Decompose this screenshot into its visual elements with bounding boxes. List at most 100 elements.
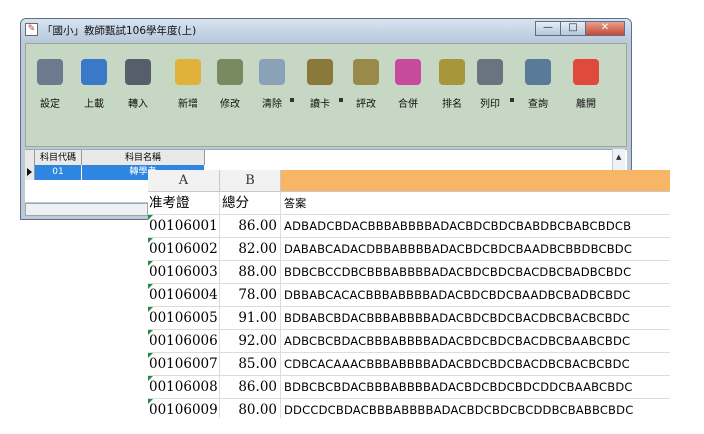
query-button[interactable]: 查詢 — [520, 52, 556, 136]
grading-icon — [353, 59, 379, 85]
column-header-b[interactable]: B — [220, 170, 281, 192]
exam-id-cell[interactable]: 00106001 — [148, 215, 220, 238]
printer-icon — [477, 59, 503, 85]
column-header-c[interactable] — [281, 170, 670, 192]
table-row: 00106008 86.00 BDBCBCBDACBBBABBBBADACBDC… — [148, 376, 670, 399]
header-cell-answers[interactable]: 答案 — [281, 192, 670, 215]
exam-id-value: 00106007 — [149, 356, 218, 372]
print-dropdown-caret[interactable] — [510, 98, 514, 102]
row-indicator-header — [25, 150, 35, 166]
exam-id-cell[interactable]: 00106003 — [148, 261, 220, 284]
exam-id-cell[interactable]: 00106002 — [148, 238, 220, 261]
merge-icon — [395, 59, 421, 85]
current-row-indicator — [25, 165, 35, 180]
total-score-cell[interactable]: 92.00 — [220, 330, 281, 353]
maximize-button[interactable]: □ — [560, 21, 586, 36]
table-row: 00106007 85.00 CDBCACAAACBBBABBBBADACBDC… — [148, 353, 670, 376]
table-row: 00106009 80.00 DDCCDCBDACBBBABBBBADACBDC… — [148, 399, 670, 418]
table-row: 00106002 82.00 DABABCADACDBBABBBBADACBDC… — [148, 238, 670, 261]
title-bar[interactable]: ✎ 「國小」教師甄試106學年度(上) — □ ✕ — [21, 19, 631, 41]
add-button[interactable]: 新增 — [170, 52, 206, 136]
merge-button[interactable]: 合併 — [390, 52, 426, 136]
edit-label: 修改 — [220, 99, 240, 110]
number-as-text-marker — [148, 307, 153, 312]
answers-cell[interactable]: ADBADCBDACBBBABBBBADACBDCBDCBABDBCBABCBD… — [281, 215, 670, 238]
grade-button[interactable]: 評改 — [348, 52, 384, 136]
total-score-cell[interactable]: 86.00 — [220, 376, 281, 399]
calculator-icon — [37, 59, 63, 85]
number-as-text-marker — [148, 330, 153, 335]
header-cell-exam-id[interactable]: 准考證 — [148, 192, 220, 215]
app-icon: ✎ — [25, 23, 38, 36]
sheet-header-row: 准考證 總分 答案 — [148, 192, 670, 215]
upload-label: 上載 — [84, 99, 104, 110]
clear-button[interactable]: 清除 — [254, 52, 290, 136]
number-as-text-marker — [148, 376, 153, 381]
total-score-cell[interactable]: 85.00 — [220, 353, 281, 376]
column-header-a[interactable]: A — [148, 170, 220, 192]
answers-cell[interactable]: DBBABCACACBBBABBBBADACBDCBDCBAADBCBADBCB… — [281, 284, 670, 307]
column-header-subject-name[interactable]: 科目名稱 — [82, 150, 205, 166]
exam-id-value: 00106001 — [149, 218, 218, 234]
exit-button[interactable]: 離開 — [568, 52, 604, 136]
total-score-cell[interactable]: 86.00 — [220, 215, 281, 238]
close-button[interactable]: ✕ — [585, 21, 625, 36]
exam-id-cell[interactable]: 00106008 — [148, 376, 220, 399]
answers-cell[interactable]: DDCCDCBDACBBBABBBBADACBDCBDCBCDDBCBABBCB… — [281, 399, 670, 418]
read-card-button[interactable]: 讀卡 — [302, 52, 338, 136]
total-score-cell[interactable]: 82.00 — [220, 238, 281, 261]
rank-label: 排名 — [442, 99, 462, 110]
total-score-cell[interactable]: 88.00 — [220, 261, 281, 284]
toolbar: 設定 上載 轉入 新增 修改 清除 讀卡 評改 合併 排名 列印 查詢 離開 — [25, 43, 627, 147]
number-as-text-marker — [148, 238, 153, 243]
exam-id-cell[interactable]: 00106005 — [148, 307, 220, 330]
import-button[interactable]: 轉入 — [120, 52, 156, 136]
read-card-label: 讀卡 — [310, 99, 330, 110]
exam-id-cell[interactable]: 00106004 — [148, 284, 220, 307]
number-as-text-marker — [148, 215, 153, 220]
total-score-cell[interactable]: 78.00 — [220, 284, 281, 307]
add-label: 新增 — [178, 99, 198, 110]
trash-icon — [259, 59, 285, 85]
printer-import-icon — [125, 59, 151, 85]
exam-id-value: 00106003 — [149, 264, 218, 280]
number-as-text-marker — [148, 353, 153, 358]
total-score-cell[interactable]: 91.00 — [220, 307, 281, 330]
header-cell-total[interactable]: 總分 — [220, 192, 281, 215]
exam-id-value: 00106009 — [149, 402, 218, 418]
exam-id-cell[interactable]: 00106007 — [148, 353, 220, 376]
table-row: 00106006 92.00 ADBCBCBDACBBBABBBBADACBDC… — [148, 330, 670, 353]
import-label: 轉入 — [128, 99, 148, 110]
exam-id-value: 00106005 — [149, 310, 218, 326]
clear-dropdown-caret[interactable] — [290, 98, 294, 102]
answers-cell[interactable]: BDBCBCCDBCBBBABBBBADACBDCBDCBACDBCBADBCB… — [281, 261, 670, 284]
settings-button[interactable]: 設定 — [32, 52, 68, 136]
magnifier-icon — [525, 59, 551, 85]
exam-id-cell[interactable]: 00106009 — [148, 399, 220, 418]
subject-code-cell[interactable]: 01 — [35, 165, 81, 180]
upload-button[interactable]: 上載 — [76, 52, 112, 136]
read-card-dropdown-caret[interactable] — [339, 98, 343, 102]
merge-label: 合併 — [398, 99, 418, 110]
answers-cell[interactable]: DABABCADACDBBABBBBADACBDCBDCBAADBCBBDBCB… — [281, 238, 670, 261]
edit-button[interactable]: 修改 — [212, 52, 248, 136]
print-label: 列印 — [480, 99, 500, 110]
print-button[interactable]: 列印 — [472, 52, 508, 136]
exam-id-value: 00106004 — [149, 287, 218, 303]
minimize-button[interactable]: — — [535, 21, 561, 36]
total-score-cell[interactable]: 80.00 — [220, 399, 281, 418]
pencil-check-icon — [217, 59, 243, 85]
exit-label: 離開 — [576, 99, 596, 110]
answers-cell[interactable]: BDBCBCBDACBBBABBBBADACBDCBDCBDCDDCBAABCB… — [281, 376, 670, 399]
status-bar — [25, 203, 148, 216]
column-header-subject-code[interactable]: 科目代碼 — [35, 150, 82, 166]
number-as-text-marker — [148, 399, 153, 404]
number-as-text-marker — [148, 284, 153, 289]
rank-button[interactable]: 排名 — [434, 52, 470, 136]
exam-id-value: 00106008 — [149, 379, 218, 395]
exam-id-cell[interactable]: 00106006 — [148, 330, 220, 353]
scroll-up-icon[interactable]: ▲ — [616, 153, 621, 161]
answers-cell[interactable]: BDBABCBDACBBBABBBBADACBDCBDCBACDBCBACBCB… — [281, 307, 670, 330]
answers-cell[interactable]: CDBCACAAACBBBABBBBADACBDCBDCBACDBCBACBCB… — [281, 353, 670, 376]
answers-cell[interactable]: ADBCBCBDACBBBABBBBADACBDCBDCBACDBCBAABCB… — [281, 330, 670, 353]
